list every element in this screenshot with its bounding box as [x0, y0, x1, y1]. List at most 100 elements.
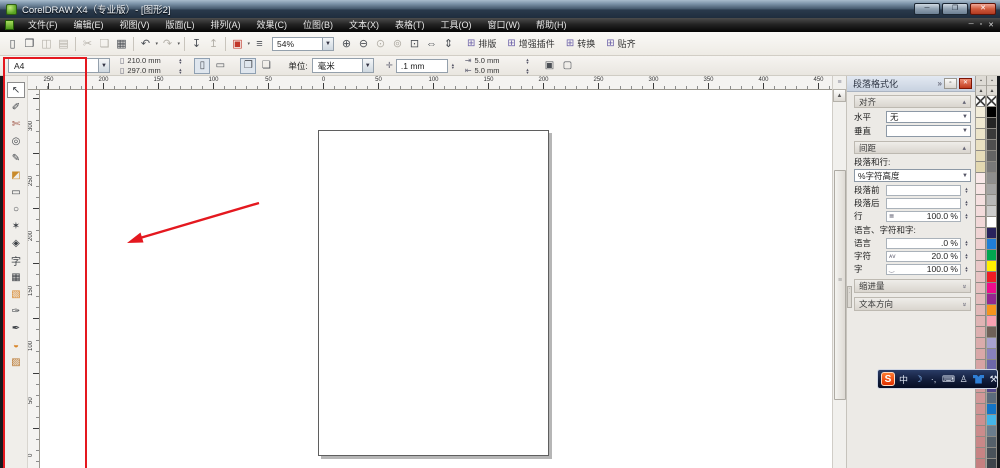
alignment-combo[interactable]: ▼ — [886, 124, 971, 137]
color-swatch[interactable] — [987, 118, 997, 129]
toolbox-tool-button[interactable]: 字 — [7, 252, 25, 268]
color-swatch[interactable] — [987, 283, 997, 294]
chevron-down-icon[interactable]: ▼ — [361, 59, 373, 72]
all-pages-button[interactable]: ❐ — [240, 57, 257, 74]
toolbox-tool-button[interactable]: ◎ — [7, 133, 25, 149]
menu-item[interactable]: 效果(C) — [249, 18, 296, 32]
toolbar-button[interactable]: ↥ — [205, 35, 222, 52]
color-swatch[interactable] — [976, 305, 986, 316]
zoom-toolbar-button[interactable]: ⊖ — [355, 35, 372, 52]
doc-minimize-button[interactable]: ─ — [969, 21, 974, 29]
menu-item[interactable]: 位图(B) — [295, 18, 341, 32]
doc-restore-button[interactable]: ▫ — [980, 21, 982, 29]
snap-option-button-2[interactable]: ▢ — [560, 58, 576, 74]
scrollbar-thumb[interactable] — [834, 170, 846, 400]
scroll-up-button[interactable]: ▲ — [833, 89, 846, 102]
color-swatch[interactable] — [976, 140, 986, 151]
ime-icon[interactable]: ·, — [927, 372, 940, 386]
toolbar-button[interactable]: ▣ — [229, 35, 250, 52]
menu-item[interactable]: 窗口(W) — [480, 18, 529, 32]
color-swatch[interactable] — [987, 426, 997, 437]
color-swatch[interactable] — [976, 96, 986, 107]
zoom-toolbar-button[interactable]: ⇔ — [423, 35, 440, 52]
palette-scroll-up-button[interactable]: ▲ — [976, 86, 986, 96]
color-swatch[interactable] — [987, 404, 997, 415]
snap-option-button[interactable]: ▣ — [542, 58, 558, 74]
palette-flyout-button[interactable]: ▪ — [987, 76, 997, 86]
toolbar-button[interactable]: ◫ — [38, 35, 55, 52]
color-swatch[interactable] — [976, 107, 986, 118]
color-swatch[interactable] — [976, 338, 986, 349]
spinner[interactable]: ▲ ▼ — [962, 239, 971, 247]
duplicate-y-field[interactable]: ⇤ 5.0 mm ▲ ▼ — [465, 66, 530, 75]
units-combo[interactable]: 毫米 ▼ — [311, 58, 374, 73]
menu-item[interactable]: 文本(X) — [341, 18, 387, 32]
color-swatch[interactable] — [987, 305, 997, 316]
toolbar-button[interactable]: ↶ — [137, 35, 158, 52]
color-swatch[interactable] — [976, 261, 986, 272]
chevron-down-icon[interactable]: ▼ — [98, 59, 109, 72]
color-swatch[interactable] — [987, 96, 997, 107]
color-swatch[interactable] — [976, 426, 986, 437]
zoom-toolbar-button[interactable]: ⊕ — [338, 35, 355, 52]
toolbox-tool-button[interactable]: ◈ — [7, 235, 25, 251]
color-swatch[interactable] — [987, 349, 997, 360]
color-swatch[interactable] — [976, 404, 986, 415]
document-page[interactable] — [318, 130, 549, 456]
color-swatch[interactable] — [976, 283, 986, 294]
spinner[interactable]: ▲ ▼ — [962, 252, 971, 260]
spinner[interactable]: ▲ ▼ — [962, 199, 971, 207]
chevron-down-icon[interactable]: ▼ — [322, 37, 333, 50]
drawing-canvas[interactable] — [40, 90, 832, 468]
docker-close-button[interactable]: ✕ — [959, 78, 972, 89]
color-swatch[interactable] — [976, 250, 986, 261]
docker-chevron[interactable]: » — [938, 79, 942, 88]
spinner[interactable]: ▲ ▼ — [178, 57, 182, 64]
color-swatch[interactable] — [987, 217, 997, 228]
labeled-toolbar-button[interactable]: ⊞ 排版 — [463, 35, 503, 53]
paper-height-field[interactable]: ▯ 297.0 mm ▲ ▼ — [120, 66, 182, 75]
spacing-section-header[interactable]: 间距 ▴ — [854, 141, 971, 154]
ime-icon[interactable] — [972, 372, 985, 386]
color-swatch[interactable] — [976, 162, 986, 173]
spinner[interactable]: ▲ ▼ — [178, 67, 182, 74]
ime-icon[interactable]: S — [881, 372, 895, 386]
color-swatch[interactable] — [976, 448, 986, 459]
language-field[interactable]: ‿ 100.0 % — [886, 263, 961, 275]
paper-size-combo[interactable]: A4 ▼ — [8, 58, 110, 73]
spacing-field[interactable] — [886, 197, 961, 209]
color-swatch[interactable] — [976, 228, 986, 239]
alignment-section-header[interactable]: 对齐 ▴ — [854, 95, 971, 108]
menu-item[interactable]: 表格(T) — [387, 18, 433, 32]
toolbar-button[interactable] — [181, 35, 188, 52]
ruler-options-icon[interactable]: ≡ — [833, 76, 846, 89]
menu-item[interactable]: 编辑(E) — [66, 18, 112, 32]
vertical-ruler[interactable]: 300 250 200 150 100 50 0 — [28, 90, 40, 468]
ime-icon[interactable]: ♙ — [957, 372, 970, 386]
toolbox-tool-button[interactable]: ✄ — [7, 116, 25, 132]
color-swatch[interactable] — [976, 173, 986, 184]
toolbar-button[interactable]: ≡ — [251, 35, 268, 52]
color-swatch[interactable] — [987, 239, 997, 250]
title-bar[interactable]: CorelDRAW X4（专业版）- [图形2] ─ ❐ ✕ — [0, 0, 1000, 18]
spacing-field[interactable] — [886, 184, 961, 196]
ime-icon[interactable]: ⚒ — [987, 372, 1000, 386]
color-swatch[interactable] — [987, 173, 997, 184]
minimize-button[interactable]: ─ — [914, 3, 940, 15]
toolbox-tool-button[interactable]: ▨ — [7, 354, 25, 370]
color-swatch[interactable] — [987, 151, 997, 162]
chevron-down-icon[interactable]: ▼ — [962, 128, 970, 134]
chevron-down-icon[interactable]: ▼ — [962, 173, 970, 179]
current-page-button[interactable]: ❏ — [258, 58, 274, 74]
color-swatch[interactable] — [987, 459, 997, 468]
color-swatch[interactable] — [987, 415, 997, 426]
toolbar-button[interactable]: ✂ — [79, 35, 96, 52]
color-swatch[interactable] — [987, 228, 997, 239]
color-swatch[interactable] — [976, 316, 986, 327]
vertical-scrollbar[interactable]: ≡ ▲ — [832, 76, 846, 468]
ime-icon[interactable]: 中 — [897, 372, 910, 386]
toolbar-button[interactable]: ▦ — [113, 35, 130, 52]
language-field[interactable]: ᴀᴠ 20.0 % — [886, 250, 961, 262]
spacing-mode-combo[interactable]: %字符高度 ▼ — [854, 169, 971, 182]
zoom-toolbar-button[interactable]: ⊚ — [389, 35, 406, 52]
